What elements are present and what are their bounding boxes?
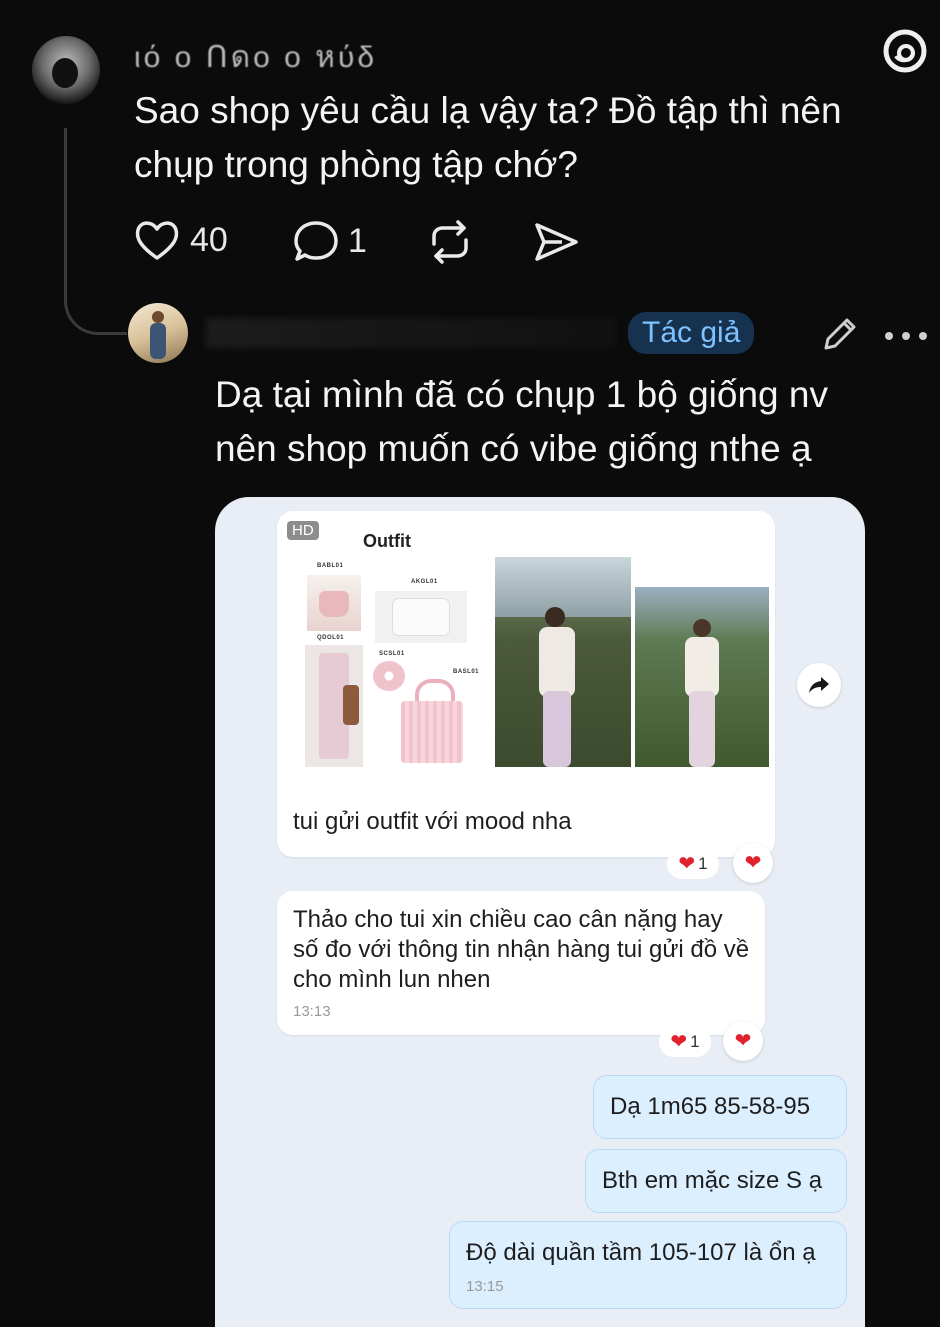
heart-reaction-icon: ❤: [670, 1031, 688, 1053]
product-label: SCSL01: [379, 651, 405, 657]
chat-screenshot: HD Outfit BABL01 AKGL01 QDOL01 SCSL01 BA…: [215, 497, 865, 1327]
author-badge: Tác giả: [628, 312, 755, 354]
heart-reaction-icon: ❤: [678, 853, 696, 875]
author-avatar[interactable]: [128, 303, 188, 363]
outgoing-message-2-text: Bth em mặc size S ạ: [602, 1167, 823, 1194]
incoming-message-card[interactable]: Thảo cho tui xin chiều cao cân nặng hay …: [277, 891, 765, 1035]
incoming-message-time: 13:13: [293, 1003, 331, 1020]
product-label: BABL01: [317, 563, 344, 569]
outfit-title: Outfit: [363, 531, 411, 551]
incoming-message-text: Thảo cho tui xin chiều cao cân nặng hay …: [293, 906, 750, 993]
share-send-icon[interactable]: [532, 220, 580, 264]
product-image-pants: [305, 645, 363, 767]
hd-badge: HD: [287, 521, 319, 540]
outgoing-message-2[interactable]: Bth em mặc size S ạ: [585, 1149, 847, 1213]
product-label: BASL01: [453, 669, 480, 675]
heart-outline-icon: [135, 221, 179, 260]
outfit-reaction-summary[interactable]: ❤ 1: [667, 849, 719, 879]
share-arrow-icon: [809, 677, 829, 693]
commenter-avatar[interactable]: [32, 36, 100, 104]
outfit-caption: tui gửi outfit với mood nha: [293, 808, 572, 835]
product-image-cardigan: [375, 591, 467, 643]
more-options-icon[interactable]: [884, 328, 928, 340]
author-username-redacted[interactable]: [206, 318, 616, 348]
like-count: 40: [190, 220, 228, 259]
outgoing-message-3[interactable]: Độ dài quần tầm 105-107 là ổn ạ 13:15: [449, 1221, 847, 1309]
repost-icon[interactable]: [426, 220, 474, 264]
outfit-reaction-count: 1: [698, 854, 708, 873]
thread-connector-line: [64, 128, 127, 335]
product-image-bag: [397, 679, 467, 765]
post-text: Sao shop yêu cầu lạ vậy ta? Đồ tập thì n…: [134, 90, 842, 185]
threads-logo-icon[interactable]: [882, 28, 928, 74]
outgoing-message-3-time: 13:15: [466, 1278, 504, 1295]
product-label: QDOL01: [317, 635, 345, 641]
message-reaction-summary[interactable]: ❤ 1: [659, 1027, 711, 1057]
message-reaction-count: 1: [690, 1032, 700, 1051]
forward-share-button[interactable]: [797, 663, 841, 707]
commenter-username[interactable]: ιό ο Ոดο ο หύδ: [134, 34, 377, 81]
outgoing-message-3-text: Độ dài quần tầm 105-107 là ổn ạ: [466, 1239, 816, 1266]
heart-icon: ❤: [734, 1030, 752, 1052]
mood-photo-1[interactable]: [495, 557, 631, 767]
comment-icon: [294, 221, 338, 261]
product-label: AKGL01: [411, 579, 438, 585]
reply-count: 1: [348, 221, 367, 260]
like-button[interactable]: 40: [134, 218, 228, 262]
mood-photo-2[interactable]: [635, 587, 769, 767]
message-react-button[interactable]: ❤: [723, 1021, 763, 1061]
outgoing-message-1[interactable]: Dạ 1m65 85-58-95: [593, 1075, 847, 1139]
reply-text: Dạ tại mình đã có chụp 1 bộ giống nv nên…: [215, 374, 828, 469]
outfit-react-button[interactable]: ❤: [733, 843, 773, 883]
outgoing-message-1-text: Dạ 1m65 85-58-95: [610, 1093, 811, 1120]
heart-icon: ❤: [744, 852, 762, 874]
reply-button[interactable]: 1: [292, 218, 367, 264]
edit-pencil-icon[interactable]: [820, 314, 860, 354]
product-image-top: [307, 575, 361, 631]
outfit-message-card[interactable]: HD Outfit BABL01 AKGL01 QDOL01 SCSL01 BA…: [277, 511, 775, 857]
